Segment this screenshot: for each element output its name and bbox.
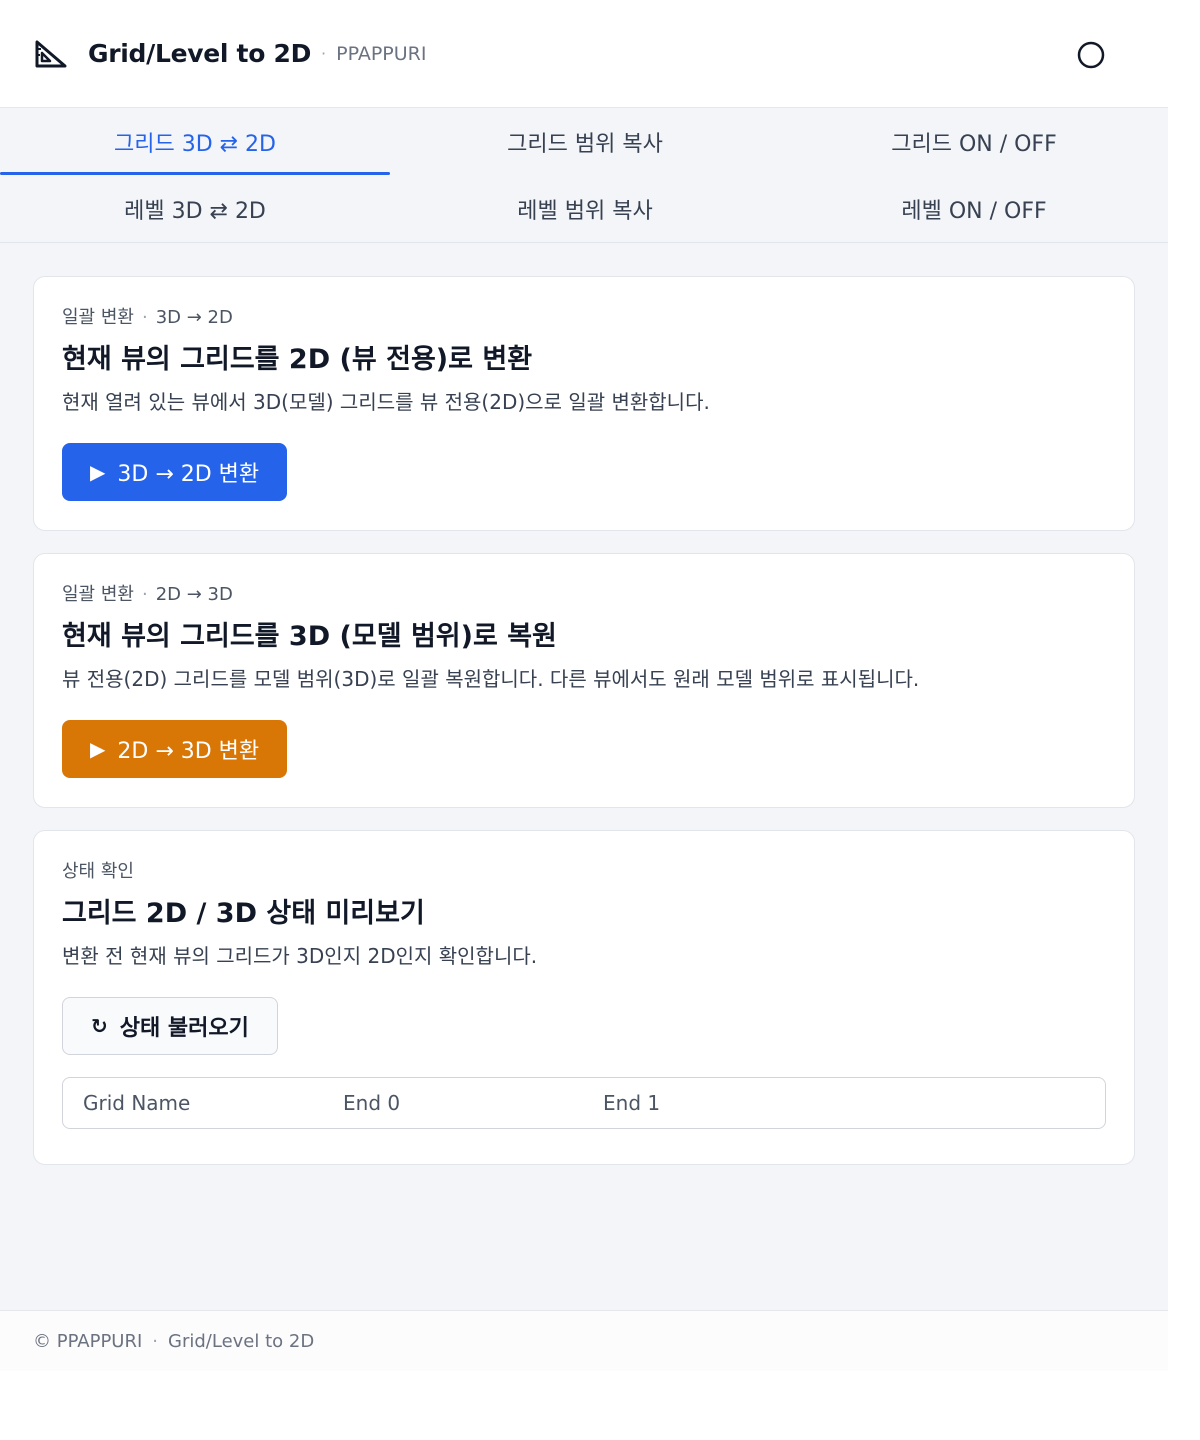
tab-level-on-off[interactable]: 레벨 ON / OFF xyxy=(780,175,1168,242)
button-label: 상태 불러오기 xyxy=(119,1016,249,1041)
eyebrow-label: 일괄 변환 xyxy=(62,584,134,605)
app-title: Grid/Level to 2D xyxy=(88,39,312,68)
load-status-button[interactable]: ↻ 상태 불러오기 xyxy=(62,997,278,1055)
tab-level-3d-2d[interactable]: 레벨 3D ⇄ 2D xyxy=(0,175,390,242)
footer-product: Grid/Level to 2D xyxy=(168,1330,315,1352)
footer: © PPAPPURI · Grid/Level to 2D xyxy=(0,1311,1168,1371)
column-header-grid-name: Grid Name xyxy=(83,1091,191,1115)
refresh-icon: ↻ xyxy=(91,1014,108,1038)
header-separator: · xyxy=(321,44,327,63)
tab-bar: 그리드 3D ⇄ 2D 그리드 범위 복사 그리드 ON / OFF 레벨 3D… xyxy=(0,108,1168,243)
app-window: Grid/Level to 2D · PPAPPURI 그리드 3D ⇄ 2D … xyxy=(0,0,1168,1440)
eyebrow-dot: · xyxy=(141,307,148,328)
settings-circle-icon[interactable] xyxy=(1074,38,1108,72)
convert-3d-to-2d-card: 일괄 변환 · 3D → 2D 현재 뷰의 그리드를 2D (뷰 전용)로 변환 현… xyxy=(33,276,1135,531)
convert-2d-to-3d-card: 일괄 변환 · 2D → 3D 현재 뷰의 그리드를 3D (모델 범위)로 복원 … xyxy=(33,553,1135,808)
status-check-card: 상태 확인 그리드 2D / 3D 상태 미리보기 변환 전 현재 뷰의 그리드… xyxy=(33,830,1135,1165)
card-eyebrow: 일괄 변환 · 3D → 2D xyxy=(62,303,1106,329)
button-label: 3D → 2D 변환 xyxy=(117,462,260,487)
tab-grid-3d-2d[interactable]: 그리드 3D ⇄ 2D xyxy=(0,108,390,175)
eyebrow-sub: 3D → 2D xyxy=(155,307,233,328)
eyebrow-sub: 2D → 3D xyxy=(155,584,233,605)
card-title: 현재 뷰의 그리드를 2D (뷰 전용)로 변환 xyxy=(62,344,533,375)
card-eyebrow: 상태 확인 xyxy=(62,861,134,882)
footer-copyright: © PPAPPURI xyxy=(33,1330,143,1352)
eyebrow-dot: · xyxy=(141,584,148,605)
card-description: 변환 전 현재 뷰의 그리드가 3D인지 2D인지 확인합니다. xyxy=(62,944,538,968)
convert-2d-to-3d-button[interactable]: ▶ 2D → 3D 변환 xyxy=(62,720,288,778)
tab-grid-range-copy[interactable]: 그리드 범위 복사 xyxy=(390,108,780,175)
main-content: 일괄 변환 · 3D → 2D 현재 뷰의 그리드를 2D (뷰 전용)로 변환 현… xyxy=(0,243,1168,1311)
button-label: 2D → 3D 변환 xyxy=(117,739,260,764)
status-table: Grid Name End 0 End 1 xyxy=(62,1077,1106,1129)
play-icon: ▶ xyxy=(90,460,106,484)
eyebrow-label: 일괄 변환 xyxy=(62,307,134,328)
card-title: 현재 뷰의 그리드를 3D (모델 범위)로 복원 xyxy=(62,621,557,652)
tab-grid-on-off[interactable]: 그리드 ON / OFF xyxy=(780,108,1168,175)
triangle-ruler-icon xyxy=(34,39,70,69)
column-header-end-1: End 1 xyxy=(603,1091,661,1115)
tab-level-range-copy[interactable]: 레벨 범위 복사 xyxy=(390,175,780,242)
card-title: 그리드 2D / 3D 상태 미리보기 xyxy=(62,898,425,929)
column-header-end-0: End 0 xyxy=(343,1091,401,1115)
app-header: Grid/Level to 2D · PPAPPURI xyxy=(0,0,1168,108)
card-eyebrow: 일괄 변환 · 2D → 3D xyxy=(62,580,1106,606)
card-description: 현재 열려 있는 뷰에서 3D(모델) 그리드를 뷰 전용(2D)으로 일괄 변… xyxy=(62,390,710,414)
play-icon: ▶ xyxy=(90,737,106,761)
footer-separator: · xyxy=(152,1330,159,1352)
convert-3d-to-2d-button[interactable]: ▶ 3D → 2D 변환 xyxy=(62,443,288,501)
brand-label: PPAPPURI xyxy=(336,42,427,65)
card-description: 뷰 전용(2D) 그리드를 모델 범위(3D)로 일괄 복원합니다. 다른 뷰에… xyxy=(62,667,920,691)
